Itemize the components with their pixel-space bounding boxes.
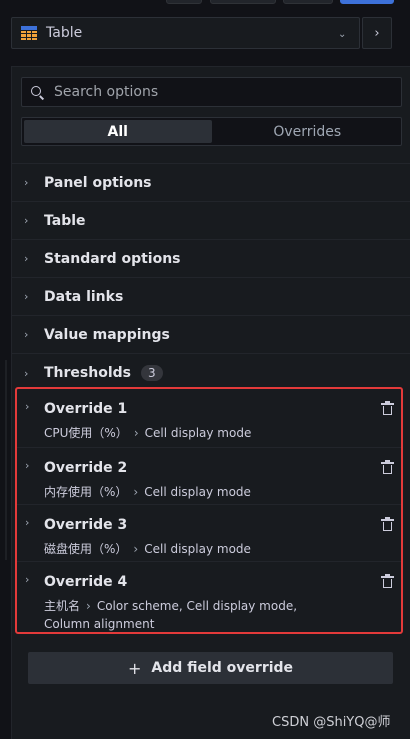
toolbar-button[interactable] [210, 0, 276, 4]
visualization-name: Table [46, 25, 83, 41]
add-field-override-label: Add field override [151, 660, 294, 676]
chevron-right-icon: › [25, 573, 30, 586]
override-summary: 磁盘使用（%） › Cell display mode [44, 540, 344, 558]
tab-all[interactable]: All [24, 120, 212, 143]
chevron-right-icon: › [24, 328, 29, 341]
override-item[interactable]: › Override 1 CPU使用（%） › Cell display mode [17, 389, 401, 448]
category-panel-options[interactable]: › Panel options [12, 164, 410, 202]
chevron-right-icon: › [25, 400, 30, 413]
chevron-right-icon: › [24, 366, 29, 380]
category-label: Standard options [44, 250, 181, 267]
override-item[interactable]: › Override 2 内存使用（%） › Cell display mode [17, 448, 401, 505]
overrides-group: › Override 1 CPU使用（%） › Cell display mode … [15, 387, 403, 634]
search-input[interactable] [52, 83, 386, 101]
top-toolbar-edge [0, 0, 410, 4]
next-button[interactable]: › [362, 17, 392, 49]
category-label: Panel options [44, 174, 152, 191]
chevron-right-icon: › [24, 176, 29, 189]
override-properties: Cell display mode [144, 426, 252, 440]
override-properties: Cell display mode [144, 485, 251, 499]
category-value-mappings[interactable]: › Value mappings [12, 316, 410, 354]
override-properties: Color scheme, Cell display mode, Column … [44, 599, 298, 631]
override-summary: 内存使用（%） › Cell display mode [44, 483, 344, 501]
count-badge: 3 [141, 365, 163, 381]
category-label: Data links [44, 288, 124, 305]
override-summary: 主机名 › Color scheme, Cell display mode, Col… [44, 597, 344, 633]
search-box[interactable] [21, 77, 402, 107]
trash-icon[interactable] [381, 460, 394, 474]
chevron-right-icon: › [24, 290, 29, 303]
toolbar-button[interactable] [283, 0, 333, 4]
category-label: Thresholds [44, 365, 131, 381]
trash-icon[interactable] [381, 517, 394, 531]
plus-icon: + [127, 658, 142, 678]
category-label: Table [44, 212, 86, 229]
override-item[interactable]: › Override 3 磁盘使用（%） › Cell display mode [17, 505, 401, 562]
category-table[interactable]: › Table [12, 202, 410, 240]
scrollbar[interactable] [5, 360, 7, 560]
add-field-override-button[interactable]: + Add field override [28, 652, 393, 684]
chevron-right-icon: › [133, 542, 139, 556]
options-filter-tabs: All Overrides [21, 117, 402, 146]
chevron-right-icon: › [133, 426, 139, 440]
trash-icon[interactable] [381, 401, 394, 415]
chevron-right-icon: › [374, 25, 380, 41]
override-title: Override 4 [44, 574, 128, 590]
override-properties: Cell display mode [144, 542, 251, 556]
override-field: CPU使用（%） [44, 426, 128, 440]
table-icon [21, 26, 37, 40]
chevron-right-icon: › [24, 252, 29, 265]
category-standard-options[interactable]: › Standard options [12, 240, 410, 278]
chevron-right-icon: › [133, 485, 139, 499]
override-field: 磁盘使用（%） [44, 542, 128, 556]
override-field: 主机名 [44, 599, 81, 613]
chevron-right-icon: › [25, 459, 30, 472]
override-summary: CPU使用（%） › Cell display mode [44, 424, 344, 442]
override-item[interactable]: › Override 4 主机名 › Color scheme, Cell disp… [17, 562, 401, 632]
override-title: Override 1 [44, 401, 128, 417]
toolbar-button[interactable] [166, 0, 202, 4]
chevron-right-icon: › [24, 214, 29, 227]
category-label: Value mappings [44, 326, 170, 343]
tab-overrides[interactable]: Overrides [214, 118, 402, 145]
search-icon [31, 85, 44, 99]
override-field: 内存使用（%） [44, 485, 128, 499]
category-data-links[interactable]: › Data links [12, 278, 410, 316]
visualization-picker[interactable]: Table ⌄ [11, 17, 360, 49]
override-title: Override 2 [44, 460, 128, 476]
chevron-down-icon: ⌄ [338, 29, 347, 40]
override-title: Override 3 [44, 517, 128, 533]
trash-icon[interactable] [381, 574, 394, 588]
watermark: CSDN @ShiYQ@师 [272, 715, 391, 730]
apply-button[interactable] [340, 0, 394, 4]
chevron-right-icon: › [25, 516, 30, 529]
chevron-right-icon: › [86, 599, 91, 613]
